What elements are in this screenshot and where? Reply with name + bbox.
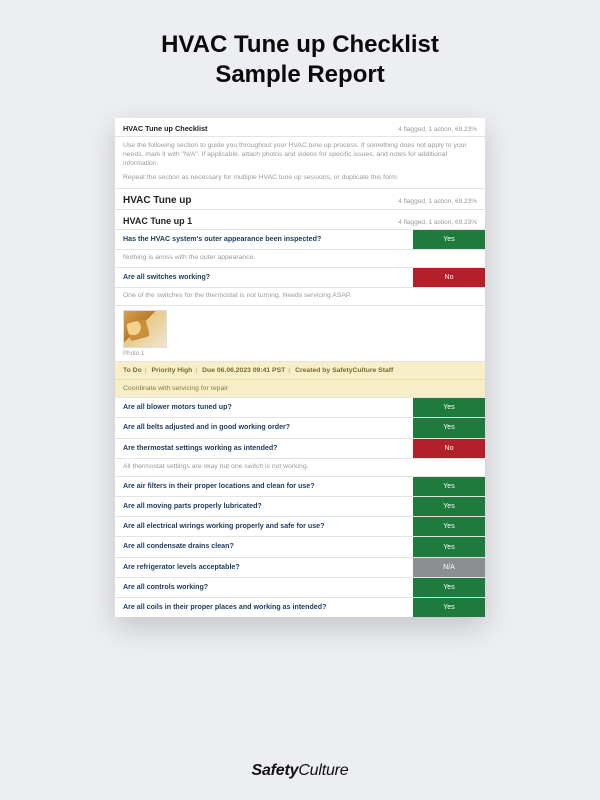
todo-note: Coordinate with servicing for repair xyxy=(115,380,485,398)
question-text: Are all electrical wirings working prope… xyxy=(115,517,413,536)
question-row: Are all switches working? No xyxy=(115,268,485,288)
report-meta: 4 flagged, 1 action, 69.23% xyxy=(398,126,477,133)
title-line-2: Sample Report xyxy=(215,61,384,88)
question-row: Are thermostat settings working as inten… xyxy=(115,439,485,459)
question-row: Are refrigerator levels acceptable? N/A xyxy=(115,558,485,578)
todo-creator: Created by SafetyCulture Staff xyxy=(295,367,393,374)
question-text: Are all blower motors tuned up? xyxy=(115,398,413,417)
question-text: Are all controls working? xyxy=(115,578,413,597)
brand-part1: Safety xyxy=(251,762,298,779)
todo-due: Due 06.06.2023 09:41 PST xyxy=(202,367,285,374)
question-row: Are all condensate drains clean? Yes xyxy=(115,537,485,557)
answer-badge-yes: Yes xyxy=(413,230,485,249)
question-row: Are all controls working? Yes xyxy=(115,578,485,598)
subsection-header: HVAC Tune up 1 4 flagged, 1 action, 69.2… xyxy=(115,210,485,230)
photo-attachment: Photo 1 xyxy=(115,306,485,362)
answer-badge-yes: Yes xyxy=(413,517,485,536)
question-text: Are all condensate drains clean? xyxy=(115,537,413,556)
answer-badge-yes: Yes xyxy=(413,537,485,556)
page-title: HVAC Tune up Checklist Sample Report xyxy=(0,0,600,108)
brand-logo: SafetyCulture xyxy=(0,762,600,780)
question-text: Are thermostat settings working as inten… xyxy=(115,439,413,458)
report-title: HVAC Tune up Checklist xyxy=(123,124,207,133)
brand-part2: Culture xyxy=(298,762,348,779)
answer-badge-yes: Yes xyxy=(413,598,485,617)
question-text: Has the HVAC system's outer appearance b… xyxy=(115,230,413,249)
question-note: Nothing is amiss with the outer appearan… xyxy=(115,250,485,268)
question-row: Are all coils in their proper places and… xyxy=(115,598,485,617)
question-text: Are all switches working? xyxy=(115,268,413,287)
question-text: Are refrigerator levels acceptable? xyxy=(115,558,413,577)
question-text: Are air filters in their proper location… xyxy=(115,477,413,496)
answer-badge-na: N/A xyxy=(413,558,485,577)
todo-status: To Do xyxy=(123,367,142,374)
title-line-1: HVAC Tune up Checklist xyxy=(161,31,439,58)
question-row: Has the HVAC system's outer appearance b… xyxy=(115,230,485,250)
answer-badge-no: No xyxy=(413,439,485,458)
todo-bar: To Do| Priority High| Due 06.06.2023 09:… xyxy=(115,362,485,380)
guide-text: Use the following section to guide you t… xyxy=(115,137,485,189)
question-text: Are all belts adjusted and in good worki… xyxy=(115,418,413,437)
question-row: Are all moving parts properly lubricated… xyxy=(115,497,485,517)
subsection-meta: 4 flagged, 1 action, 69.23% xyxy=(398,219,477,226)
answer-badge-yes: Yes xyxy=(413,418,485,437)
question-row: Are air filters in their proper location… xyxy=(115,477,485,497)
question-text: Are all coils in their proper places and… xyxy=(115,598,413,617)
subsection-title: HVAC Tune up 1 xyxy=(123,216,192,226)
guide-p2: Repeat the section as necessary for mult… xyxy=(123,173,477,182)
question-row: Are all belts adjusted and in good worki… xyxy=(115,418,485,438)
answer-badge-yes: Yes xyxy=(413,477,485,496)
section-meta: 4 flagged, 1 action, 69.23% xyxy=(398,198,477,205)
report-header: HVAC Tune up Checklist 4 flagged, 1 acti… xyxy=(115,118,485,137)
answer-badge-no: No xyxy=(413,268,485,287)
photo-thumbnail xyxy=(123,310,167,348)
question-text: Are all moving parts properly lubricated… xyxy=(115,497,413,516)
question-note: One of the switches for the thermostat i… xyxy=(115,288,485,306)
report-card: HVAC Tune up Checklist 4 flagged, 1 acti… xyxy=(115,118,485,617)
question-row: Are all electrical wirings working prope… xyxy=(115,517,485,537)
guide-p1: Use the following section to guide you t… xyxy=(123,141,477,169)
answer-badge-yes: Yes xyxy=(413,497,485,516)
section-header: HVAC Tune up 4 flagged, 1 action, 69.23% xyxy=(115,189,485,210)
photo-caption: Photo 1 xyxy=(123,350,477,357)
todo-priority: Priority High xyxy=(152,367,193,374)
section-title: HVAC Tune up xyxy=(123,195,192,206)
answer-badge-yes: Yes xyxy=(413,398,485,417)
question-row: Are all blower motors tuned up? Yes xyxy=(115,398,485,418)
answer-badge-yes: Yes xyxy=(413,578,485,597)
question-note: All thermostat settings are okay but one… xyxy=(115,459,485,477)
